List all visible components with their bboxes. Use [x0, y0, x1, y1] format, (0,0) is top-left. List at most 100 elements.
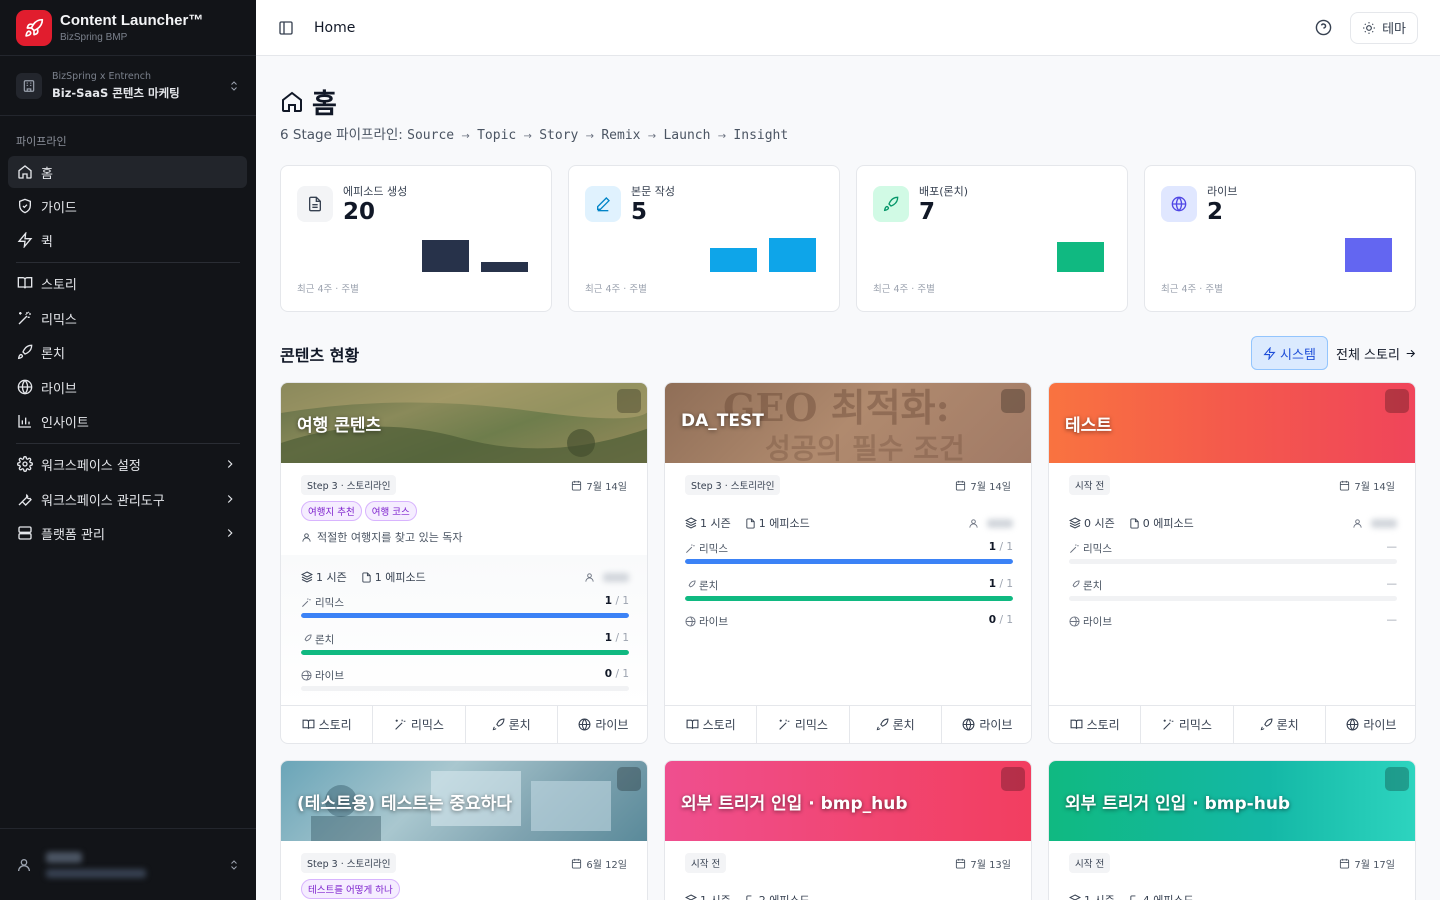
calendar-icon: [956, 480, 966, 491]
book-icon: [17, 277, 33, 289]
system-filter-button[interactable]: 시스템: [1251, 336, 1328, 370]
button-label: 론치: [1276, 718, 1299, 732]
story-card[interactable]: 여행 콘텐츠 Step 3 · 스토리라인 7월 14일 여행지 추천 여행 코스…: [280, 382, 648, 744]
card-select-checkbox[interactable]: [1001, 389, 1025, 413]
stage-arrow: →: [647, 131, 657, 142]
story-card[interactable]: 테스트 시작 전 7월 14일 0 시즌 0 에피소드 리믹스 — 론치 — 라…: [1048, 382, 1416, 744]
live-button[interactable]: 라이브: [558, 706, 647, 743]
launch-button[interactable]: 론치: [850, 706, 942, 743]
wand-icon: [395, 719, 406, 730]
progress-total: / 1: [999, 541, 1013, 553]
stat-label: 본문 작성: [631, 185, 675, 198]
story-button[interactable]: 스토리: [1049, 706, 1142, 743]
card-select-checkbox[interactable]: [1385, 767, 1409, 791]
card-select-checkbox[interactable]: [1385, 389, 1409, 413]
card-select-checkbox[interactable]: [617, 767, 641, 791]
stage-launch: Launch: [663, 128, 711, 143]
card-date: 7월 14일: [571, 478, 627, 493]
sidebar: Content Launcher™ BizSpring BMP BizSprin…: [0, 0, 256, 900]
step-badge: 시작 전: [1069, 475, 1111, 495]
progress-live: 라이브 0 / 1: [685, 614, 1013, 629]
progress-label: 론치: [699, 580, 719, 592]
sidebar-toggle-icon[interactable]: [278, 20, 294, 36]
stat-card-episodes[interactable]: 에피소드 생성 20 최근 4주 · 주별: [280, 165, 552, 312]
sidebar-item-label: 워크스페이스 설정: [41, 458, 141, 474]
story-button[interactable]: 스토리: [281, 706, 374, 743]
tag[interactable]: 여행지 추천: [301, 501, 362, 521]
sidebar-item-launch[interactable]: 론치: [8, 336, 247, 368]
story-card[interactable]: (테스트용) 테스트는 중요하다 Step 3 · 스토리라인 6월 12일 테…: [280, 760, 648, 900]
card-title: 외부 트리거 인입 · bmp_hub: [681, 794, 908, 814]
stat-footer: 최근 4주 · 주별: [297, 284, 359, 295]
tag[interactable]: 테스트를 어떻게 하나: [301, 879, 400, 899]
workspace-switcher[interactable]: BizSpring x Entrench Biz-SaaS 콘텐츠 마케팅: [0, 56, 256, 116]
stage-arrow: →: [717, 131, 727, 142]
user-menu[interactable]: [0, 828, 256, 900]
wand-icon: [302, 598, 311, 607]
layers-icon: [301, 571, 313, 583]
progress-total: / 1: [615, 632, 629, 644]
sidebar-item-workspace-admin[interactable]: 워크스페이스 관리도구: [8, 483, 247, 515]
breadcrumb[interactable]: Home: [314, 20, 355, 36]
step-badge: 시작 전: [1069, 853, 1111, 873]
shield-icon: [19, 198, 31, 214]
launch-button[interactable]: 론치: [466, 706, 558, 743]
card-select-checkbox[interactable]: [617, 389, 641, 413]
theme-button[interactable]: 테마: [1350, 11, 1418, 44]
launch-button[interactable]: 론치: [1234, 706, 1326, 743]
globe-icon: [1161, 186, 1197, 222]
stat-value: 2: [1207, 199, 1224, 225]
card-owner: [968, 518, 1013, 529]
card-meta: 0 시즌 0 에피소드: [1069, 515, 1397, 531]
story-card[interactable]: 외부 트리거 인입 · bmp-hub 시작 전 7월 17일 1 시즌 4 에…: [1048, 760, 1416, 900]
card-title: 여행 콘텐츠: [297, 416, 382, 436]
season-count: 1 시즌: [1069, 892, 1115, 900]
card-date: 7월 14일: [955, 478, 1011, 493]
story-button[interactable]: 스토리: [665, 706, 758, 743]
globe-icon: [578, 718, 591, 731]
story-card[interactable]: 외부 트리거 인입 · bmp_hub 시작 전 7월 13일 1 시즌 2 에…: [664, 760, 1032, 900]
brand[interactable]: Content Launcher™ BizSpring BMP: [0, 0, 256, 56]
season-text: 1 시즌: [700, 517, 731, 530]
remix-button[interactable]: 리믹스: [373, 706, 466, 743]
help-icon[interactable]: [1315, 19, 1332, 36]
card-owner: [584, 572, 629, 583]
sidebar-item-guide[interactable]: 가이드: [8, 190, 247, 222]
sidebar-item-workspace-settings[interactable]: 워크스페이스 설정: [8, 448, 247, 480]
remix-button[interactable]: 리믹스: [1141, 706, 1234, 743]
calendar-icon: [1340, 480, 1350, 491]
stat-footer: 최근 4주 · 주별: [873, 284, 935, 295]
stat-card-live[interactable]: 라이브 2 최근 4주 · 주별: [1144, 165, 1416, 312]
episode-text: 0 에피소드: [1142, 517, 1194, 530]
live-button[interactable]: 라이브: [1326, 706, 1415, 743]
remix-button[interactable]: 리믹스: [757, 706, 850, 743]
pipeline-subtitle: 6 Stage 파이프라인: Source → Topic → Story → …: [280, 123, 788, 143]
button-label: 리믹스: [1178, 718, 1212, 732]
user-icon: [585, 572, 594, 582]
rocket-icon: [876, 718, 889, 731]
stat-card-launches[interactable]: 배포(론치) 7 최근 4주 · 주별: [856, 165, 1128, 312]
card-select-checkbox[interactable]: [1001, 767, 1025, 791]
sidebar-item-label: 가이드: [41, 200, 77, 216]
sidebar-item-platform-admin[interactable]: 플랫폼 관리: [8, 517, 247, 549]
all-stories-link[interactable]: 전체 스토리: [1336, 344, 1417, 363]
sidebar-item-live[interactable]: 라이브: [8, 371, 247, 403]
chevrons-up-down-icon: [231, 80, 237, 91]
story-card[interactable]: GEO 최적화: 성공의 필수 조건 DA_TEST Step 3 · 스토리라…: [664, 382, 1032, 744]
wand-icon: [1070, 544, 1079, 553]
sidebar-item-label: 인사이트: [41, 415, 89, 431]
sidebar-item-remix[interactable]: 리믹스: [8, 302, 247, 334]
globe-icon: [301, 670, 312, 681]
sidebar-item-story[interactable]: 스토리: [8, 267, 247, 299]
sidebar-item-home[interactable]: 홈: [8, 156, 247, 188]
progress-total: / 1: [999, 614, 1013, 626]
stat-card-drafts[interactable]: 본문 작성 5 최근 4주 · 주별: [568, 165, 840, 312]
live-button[interactable]: 라이브: [942, 706, 1031, 743]
progress-remix: 리믹스 1 / 1: [685, 541, 1013, 564]
sidebar-item-insight[interactable]: 인사이트: [8, 405, 247, 437]
season-text: 1 시즌: [700, 892, 731, 900]
tag[interactable]: 여행 코스: [364, 501, 417, 521]
chevron-right-icon: [227, 495, 233, 503]
sidebar-item-quick[interactable]: 퀵: [8, 224, 247, 256]
rocket-logo-icon: [16, 9, 52, 46]
